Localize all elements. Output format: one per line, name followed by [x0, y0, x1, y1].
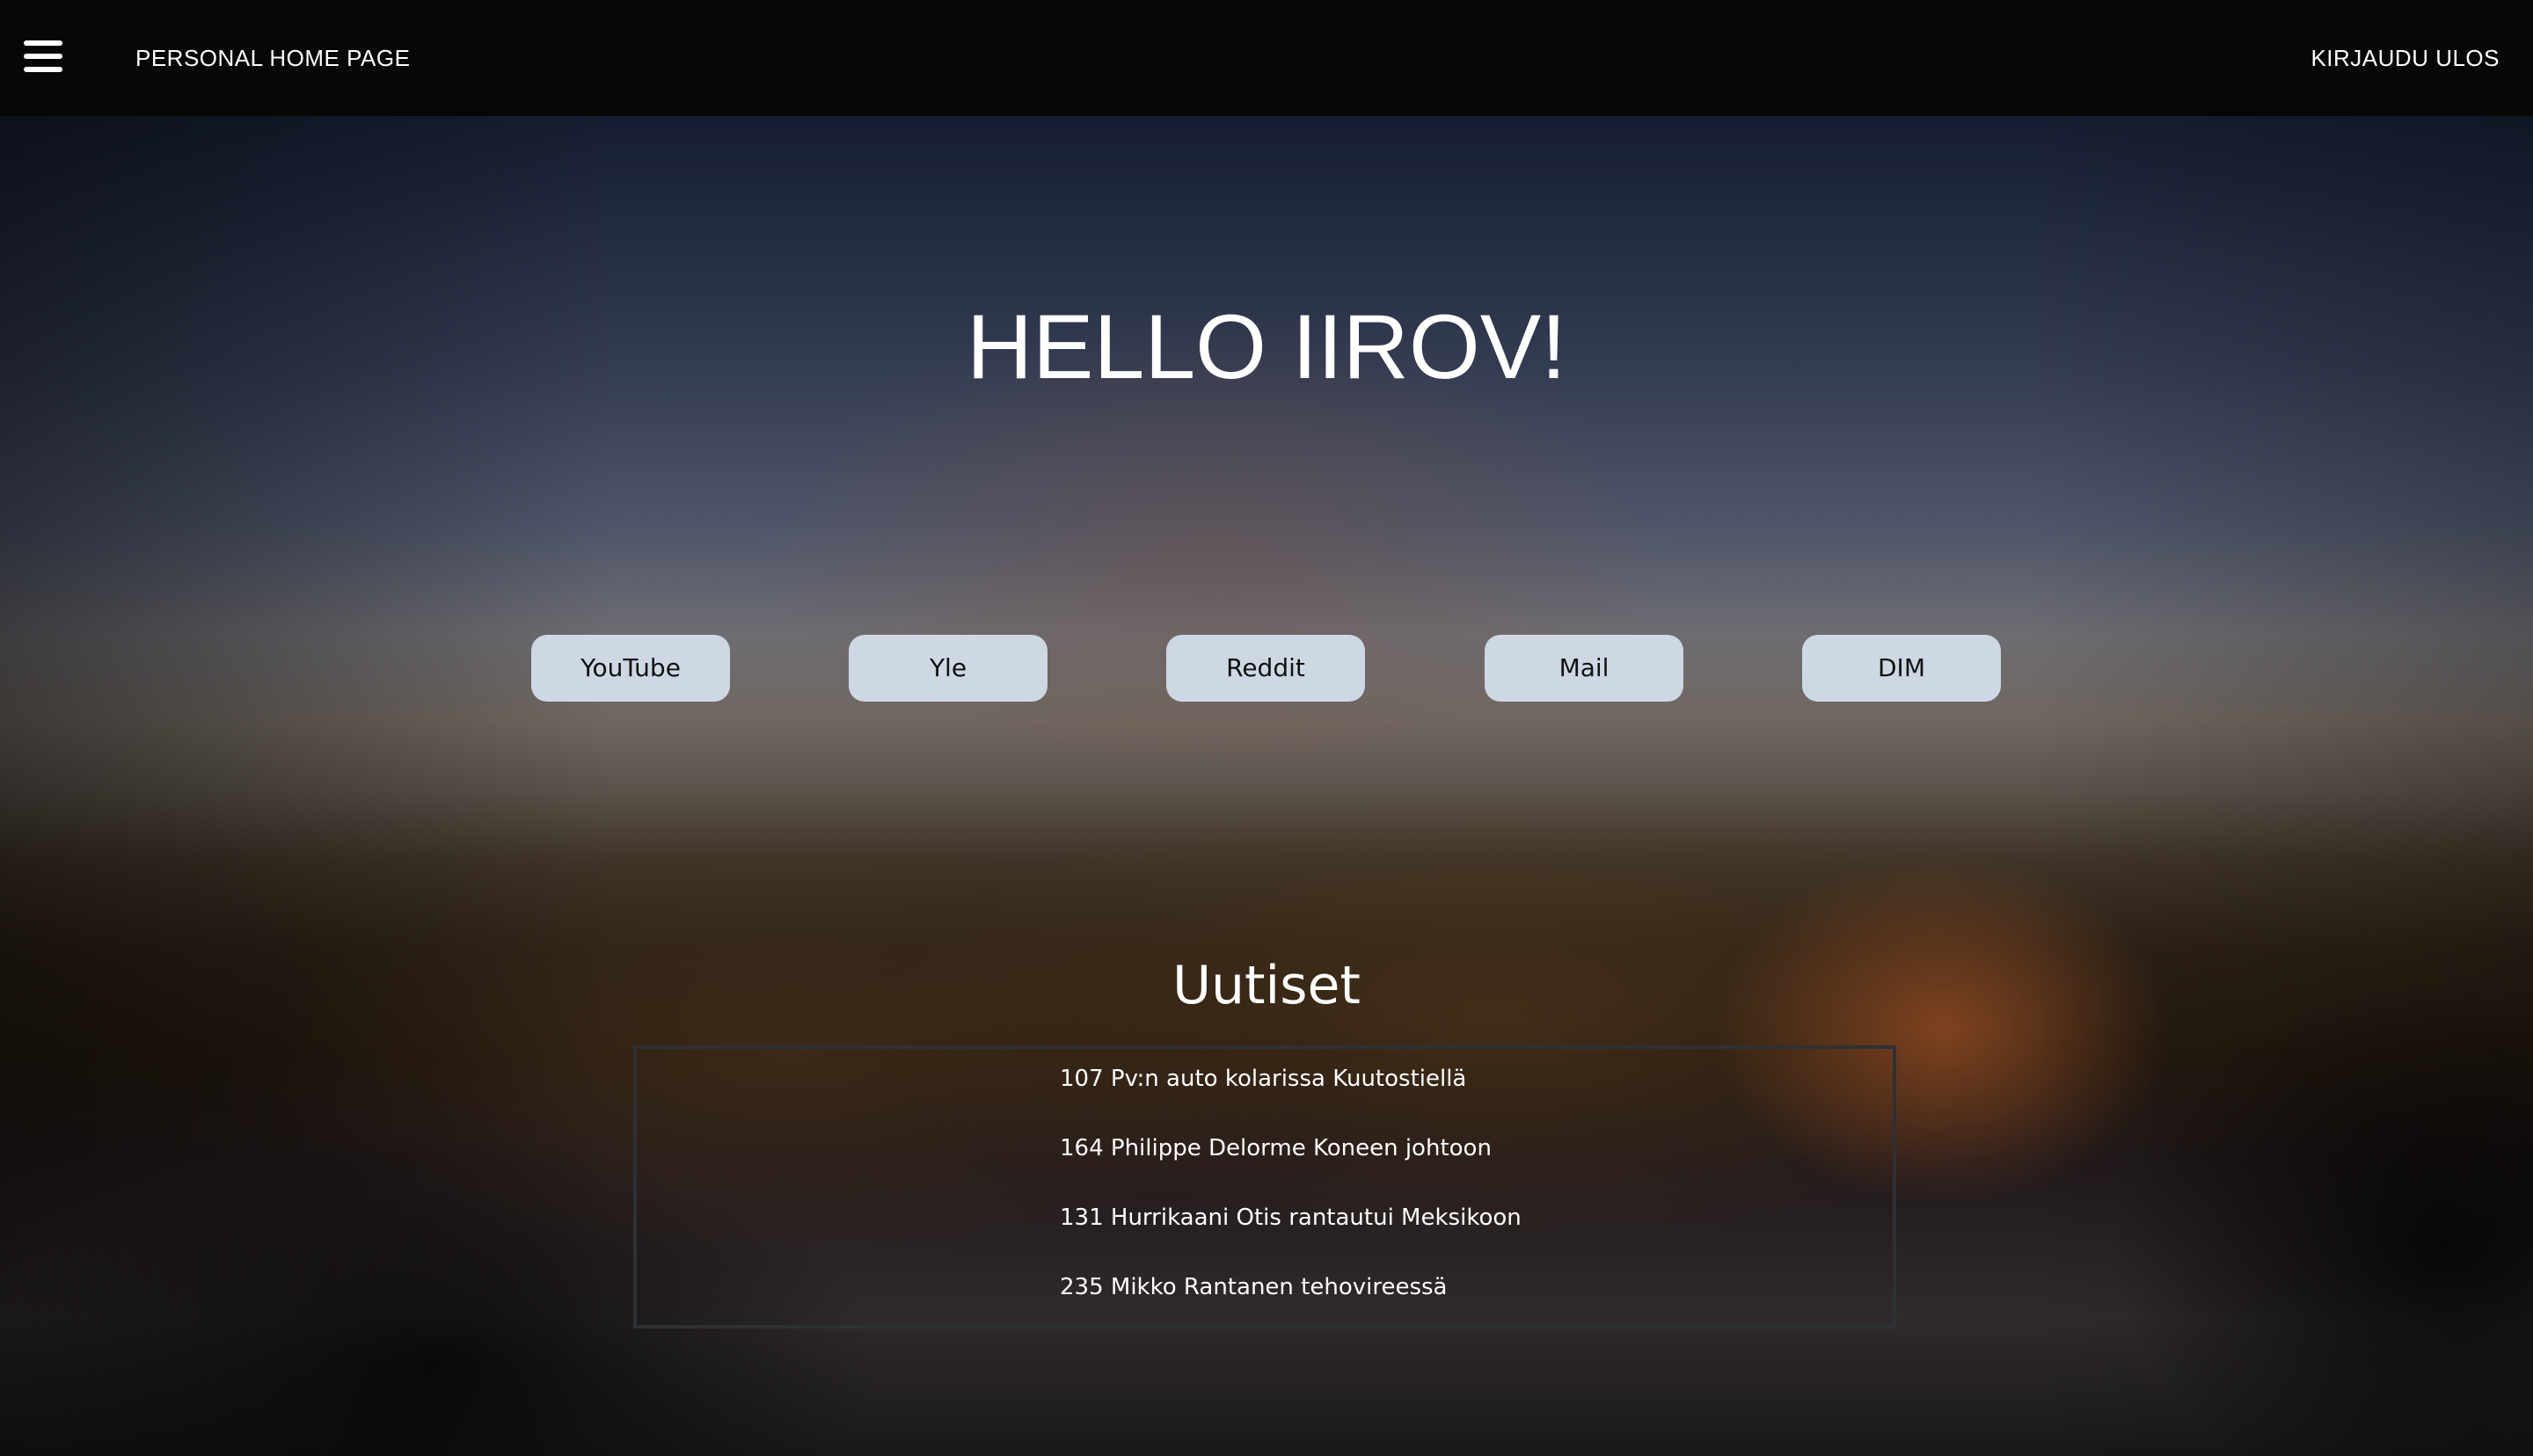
youtube-link-button[interactable]: YouTube: [531, 635, 730, 702]
news-item[interactable]: 164 Philippe Delorme Koneen johtoon: [1060, 1130, 1851, 1199]
dim-link-button[interactable]: DIM: [1802, 635, 2001, 702]
news-item[interactable]: 235 Mikko Rantanen tehovireessä: [1060, 1269, 1851, 1338]
news-list: 107 Pv:n auto kolarissa Kuutostiellä 164…: [1060, 1060, 1851, 1338]
news-item[interactable]: 131 Hurrikaani Otis rantautui Meksikoon: [1060, 1199, 1851, 1269]
logout-link[interactable]: KIRJAUDU ULOS: [2310, 42, 2500, 74]
mail-link-button[interactable]: Mail: [1485, 635, 1683, 702]
yle-link-button[interactable]: Yle: [849, 635, 1048, 702]
greeting-heading: HELLO IIROV!: [967, 296, 1566, 398]
reddit-link-button[interactable]: Reddit: [1166, 635, 1365, 702]
site-title[interactable]: PERSONAL HOME PAGE: [135, 42, 410, 74]
quick-links: YouTube Yle Reddit Mail DIM: [0, 635, 2533, 702]
news-item[interactable]: 107 Pv:n auto kolarissa Kuutostiellä: [1060, 1060, 1851, 1130]
top-navigation-bar: PERSONAL HOME PAGE KIRJAUDU ULOS: [0, 0, 2533, 116]
news-heading: Uutiset: [1172, 955, 1361, 1016]
hamburger-menu-icon[interactable]: [24, 40, 62, 72]
